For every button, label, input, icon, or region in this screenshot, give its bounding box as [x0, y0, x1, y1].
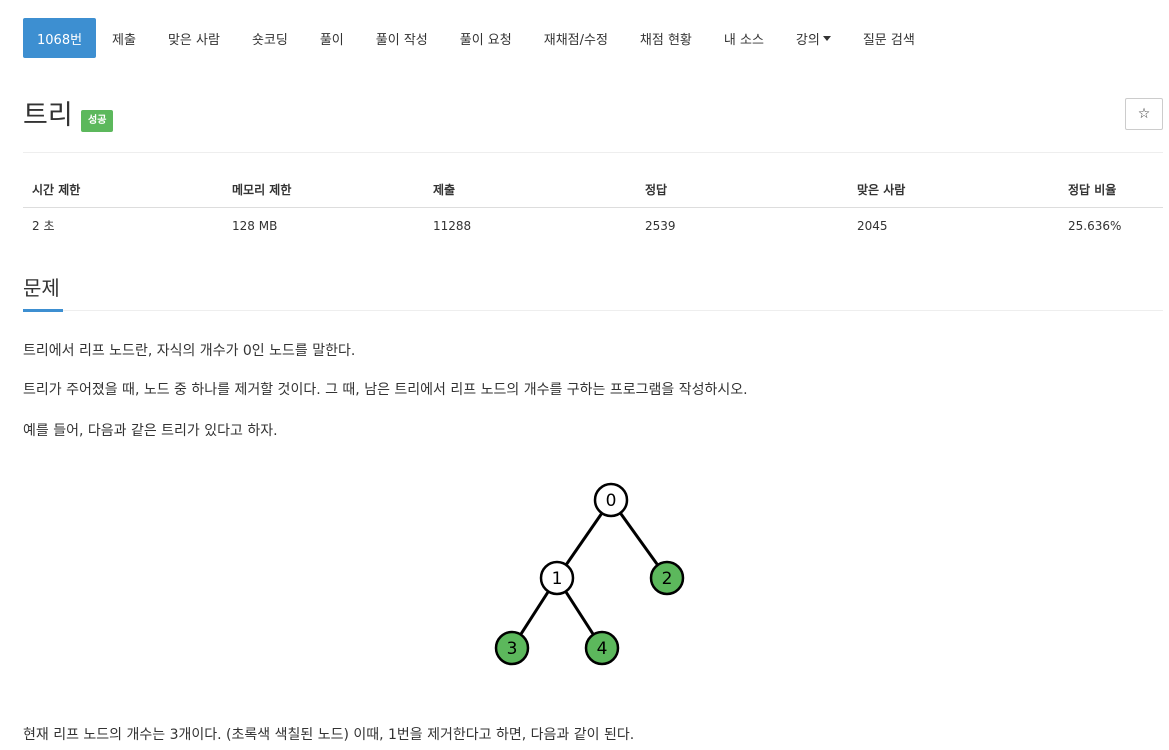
tab-label: 1068번	[37, 32, 83, 48]
tab-solutions[interactable]: 풀이	[304, 18, 360, 58]
table-header-row: 시간 제한 메모리 제한 제출 정답 맞은 사람 정답 비율	[23, 172, 1163, 208]
tree-node-2: 2	[649, 560, 685, 596]
header-memory-limit: 메모리 제한	[223, 172, 424, 208]
tree-node-label: 2	[662, 569, 673, 589]
tab-label: 풀이 요청	[459, 32, 512, 48]
problem-title: 트리	[23, 100, 73, 131]
value-submissions: 11288	[433, 218, 472, 233]
tab-label: 내 소스	[723, 32, 764, 48]
tab-my-source[interactable]: 내 소스	[708, 18, 780, 58]
tab-question-search[interactable]: 질문 검색	[847, 18, 931, 58]
description-paragraph: 예를 들어, 다음과 같은 트리가 있다고 하자.	[23, 423, 278, 439]
tree-node-4: 4	[584, 630, 620, 666]
tab-label: 풀이 작성	[375, 32, 428, 48]
caret-down-icon	[822, 35, 831, 41]
problem-info-table: 시간 제한 메모리 제한 제출 정답 맞은 사람 정답 비율 2 초 128 M…	[23, 172, 1163, 243]
section-divider	[23, 310, 1163, 311]
header-time-limit: 시간 제한	[23, 172, 223, 208]
section-title: 문제	[23, 276, 60, 300]
tree-node-3: 3	[494, 630, 530, 666]
table-row: 2 초 128 MB 11288 2539 2045 25.636%	[23, 208, 1163, 244]
tree-node-1: 1	[539, 560, 575, 596]
tab-label: 숏코딩	[251, 32, 288, 48]
divider	[23, 152, 1163, 153]
tab-label: 제출	[112, 32, 136, 48]
problem-nav: 1068번 제출 맞은 사람 숏코딩 풀이 풀이 작성 풀이 요청 재채점/수정…	[23, 18, 931, 58]
tree-node-label: 1	[552, 569, 563, 589]
tree-node-label: 4	[597, 639, 608, 659]
value-time-limit: 2 초	[32, 219, 55, 233]
description-paragraph: 현재 리프 노드의 개수는 3개이다. (초록색 색칠된 노드) 이때, 1번을…	[23, 727, 635, 743]
tab-label: 맞은 사람	[167, 32, 220, 48]
tab-label: 강의	[795, 32, 820, 48]
section-title-underline	[23, 309, 63, 312]
tab-lectures-dropdown[interactable]: 강의	[780, 18, 847, 58]
header-accepted: 정답	[636, 172, 848, 208]
value-memory-limit: 128 MB	[232, 218, 278, 233]
star-icon: ☆	[1137, 106, 1151, 122]
favorite-button[interactable]: ☆	[1125, 98, 1163, 130]
tab-submit[interactable]: 제출	[96, 18, 152, 58]
value-accept-ratio: 25.636%	[1068, 218, 1122, 233]
tree-nodes: 0 1 2 3 4	[494, 482, 685, 666]
tab-label: 질문 검색	[862, 32, 915, 48]
problem-page: 1068번 제출 맞은 사람 숏코딩 풀이 풀이 작성 풀이 요청 재채점/수정…	[0, 0, 1169, 750]
tree-node-label: 0	[606, 491, 617, 511]
tab-rejudge[interactable]: 재채점/수정	[528, 18, 624, 58]
tab-correct-users[interactable]: 맞은 사람	[152, 18, 236, 58]
tab-status[interactable]: 채점 현황	[624, 18, 708, 58]
tab-request-solution[interactable]: 풀이 요청	[444, 18, 528, 58]
tab-label: 채점 현황	[639, 32, 692, 48]
description-paragraph: 트리가 주어졌을 때, 노드 중 하나를 제거할 것이다. 그 때, 남은 트리…	[23, 382, 748, 398]
status-badge: 성공	[81, 110, 114, 132]
value-correct-users: 2045	[857, 218, 888, 233]
value-accepted: 2539	[645, 218, 676, 233]
tree-figure: 0 1 2 3 4	[494, 482, 685, 666]
tab-label: 풀이	[319, 32, 344, 48]
tab-problem[interactable]: 1068번	[23, 18, 97, 58]
header-accept-ratio: 정답 비율	[1059, 172, 1163, 208]
tab-label: 재채점/수정	[543, 32, 608, 48]
description-paragraph: 트리에서 리프 노드란, 자식의 개수가 0인 노드를 말한다.	[23, 343, 356, 359]
tree-edges	[510, 499, 669, 649]
tab-write-solution[interactable]: 풀이 작성	[360, 18, 444, 58]
tab-short-coding[interactable]: 숏코딩	[236, 18, 304, 58]
header-submissions: 제출	[424, 172, 636, 208]
tree-node-0: 0	[593, 482, 629, 518]
title-row: 트리 성공 ☆	[23, 96, 1163, 136]
header-correct-users: 맞은 사람	[848, 172, 1059, 208]
tree-node-label: 3	[507, 639, 518, 659]
